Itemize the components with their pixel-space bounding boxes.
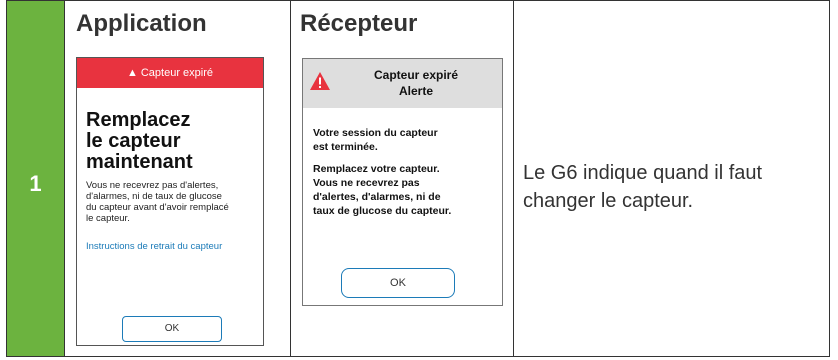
- receiver-header-line: Capteur expiré: [373, 68, 459, 82]
- app-body-line: Vous ne recevrez pas d'alertes,: [86, 180, 219, 191]
- step-number: 1: [29, 171, 42, 196]
- receiver-body-line: taux de glucose du capteur.: [313, 205, 452, 217]
- receiver-header-line: Alerte: [398, 84, 433, 98]
- warning-icon: ▲: [126, 67, 138, 79]
- app-ok-button[interactable]: OK: [122, 316, 222, 342]
- app-screen: ▲ Capteur expiré Remplacez le capteur mai…: [76, 57, 264, 346]
- receiver-body-spacer: [313, 154, 498, 162]
- column-divider: [290, 0, 291, 357]
- app-body-line: le capteur.: [86, 213, 130, 224]
- app-title-line: maintenant: [86, 151, 193, 173]
- receiver-body-line: Votre session du capteur: [313, 127, 438, 139]
- sensor-removal-instructions-link[interactable]: Instructions de retrait du capteur: [86, 241, 222, 252]
- receiver-alert-header: Capteur expiré Alerte: [303, 59, 502, 108]
- warning-triangle-icon: [310, 72, 330, 90]
- app-banner-text: Capteur expiré: [140, 67, 214, 79]
- app-title-line: le capteur: [86, 130, 181, 152]
- receiver-alert-title: Capteur expiré Alerte: [331, 67, 501, 99]
- receiver-body-line: Remplacez votre capteur.: [313, 163, 440, 175]
- receiver-body-line: est terminée.: [313, 141, 378, 153]
- app-body-line: d'alarmes, ni de taux de glucose: [86, 191, 222, 202]
- column-divider: [513, 0, 514, 357]
- column-header-app: Application: [76, 10, 207, 37]
- description-line: Le G6 indique quand il faut: [523, 162, 763, 184]
- app-body-text: Vous ne recevrez pas d'alertes, d'alarme…: [86, 180, 256, 224]
- step-description: Le G6 indique quand il faut changer le c…: [523, 159, 813, 215]
- app-title-line: Remplacez: [86, 109, 191, 131]
- receiver-ok-button[interactable]: OK: [341, 268, 455, 298]
- column-header-receiver: Récepteur: [300, 10, 418, 37]
- step-column: 1: [7, 1, 64, 356]
- app-body-line: du capteur avant d'avoir remplacé: [86, 202, 229, 213]
- receiver-body-line: d'alertes, d'alarmes, ni de: [313, 191, 441, 203]
- receiver-body-text: Votre session du capteur est terminée. R…: [313, 126, 498, 218]
- app-alert-banner: ▲ Capteur expiré: [77, 58, 263, 88]
- description-line: changer le capteur.: [523, 190, 694, 212]
- app-title: Remplacez le capteur maintenant: [86, 110, 193, 173]
- column-divider: [64, 0, 65, 357]
- receiver-screen: Capteur expiré Alerte Votre session du c…: [302, 58, 503, 306]
- receiver-body-line: Vous ne recevrez pas: [313, 177, 420, 189]
